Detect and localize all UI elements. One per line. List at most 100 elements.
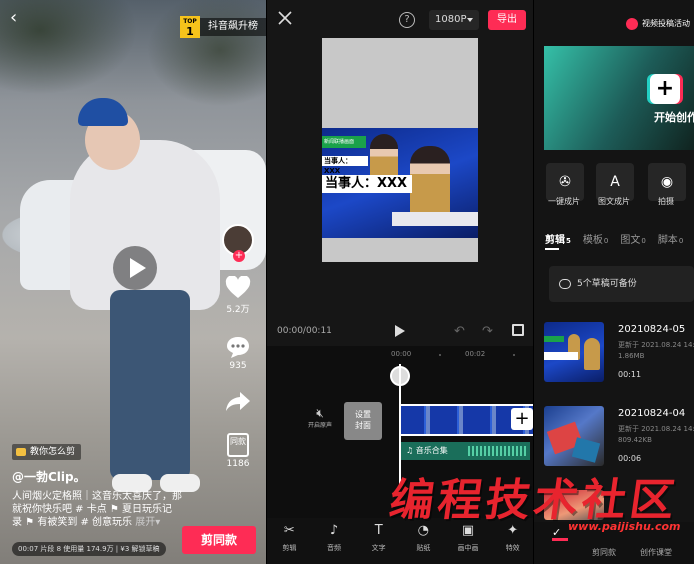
draft-thumbnail (544, 406, 604, 466)
resolution-select[interactable]: 1080P (429, 10, 479, 30)
quick-label: 一键成片 (548, 197, 580, 206)
redo-icon[interactable]: ↷ (482, 324, 493, 339)
tool-edit[interactable]: ✂ 剪辑 (267, 518, 312, 564)
template-stats: 00:07 片段 8 使用量 174.9万 | ¥3 解锁草稿 (12, 542, 166, 556)
effects-icon: ✦ (507, 523, 519, 538)
help-icon[interactable]: ? (399, 12, 415, 28)
like-count: 5.2万 (226, 305, 250, 315)
nav-template[interactable]: 剪同款 (592, 547, 616, 558)
tongkuan-icon: 同款 (227, 433, 249, 457)
news-preview-frame: 新闻联播画面 当事人：XXX 当事人：XXX (322, 128, 478, 238)
backup-label: 5个草稿可备份 (577, 279, 637, 289)
tab-label: 模板 (582, 235, 603, 246)
tab-script[interactable]: 脚本0 (658, 231, 683, 246)
draft-title: 20210824-04 (618, 408, 686, 419)
cloud-upload-icon (559, 279, 571, 289)
draft-item[interactable]: 20210824-04 更新于 2021.08.24 14:4 809.42KB… (544, 406, 694, 470)
tutorial-tag[interactable]: 教你怎么剪 (12, 444, 82, 460)
playhead[interactable] (399, 364, 401, 484)
nav-course[interactable]: 创作课堂 (640, 547, 672, 558)
tab-label: 脚本 (657, 235, 678, 246)
megaphone-icon (626, 18, 638, 30)
play-icon[interactable] (113, 246, 157, 290)
draft-item[interactable] (544, 490, 694, 520)
tool-effects[interactable]: ✦ 特效 (490, 518, 533, 564)
quick-label: 图文成片 (598, 197, 630, 206)
top-rank-label: TOP 1 (180, 16, 200, 38)
time-tick: 00:00 (391, 350, 412, 358)
comment-button[interactable]: 935 (225, 335, 251, 371)
tab-label: 剪辑 (545, 235, 565, 246)
bottom-nav: ✓ 剪同款 创作课堂 (534, 522, 694, 564)
tool-label: 贴纸 (416, 544, 431, 552)
text-icon: T (374, 523, 383, 538)
tool-label: 特效 (505, 544, 520, 552)
playback-time: 00:00/00:11 (277, 326, 332, 336)
speaker-mute-icon: 🔇︎ (316, 406, 324, 420)
expand-caption-link[interactable]: 展开▾ (135, 517, 160, 528)
tool-audio[interactable]: ♪ 音频 (312, 518, 357, 564)
creator-avatar[interactable]: + (222, 224, 254, 262)
start-creating-card[interactable]: + 开始创作 (544, 46, 694, 150)
follow-plus-icon[interactable]: + (233, 250, 245, 262)
close-icon[interactable] (277, 10, 293, 26)
tab-template[interactable]: 模板0 (583, 231, 608, 246)
back-icon[interactable]: ‹ (10, 8, 26, 28)
play-icon[interactable] (395, 325, 405, 337)
image-text-icon: A (610, 174, 620, 190)
original-audio-toggle[interactable]: 🔇︎ 开启原声 (305, 406, 335, 429)
preview-canvas: 新闻联播画面 当事人：XXX 当事人：XXX (322, 38, 478, 262)
thumb-anchor (584, 338, 600, 370)
use-template-button[interactable]: 剪同款 (182, 526, 256, 554)
author-name[interactable]: @一勃Clip。 (12, 468, 86, 485)
draft-size: 809.42KB (618, 436, 652, 444)
music-icon: ♪ (329, 523, 339, 538)
tool-label: 文字 (371, 544, 386, 552)
news-subtitle-large: 当事人：XXX (322, 175, 412, 193)
share-arrow-icon (226, 392, 250, 411)
timeline[interactable]: 00:00 00:02 🔇︎ 开启原声 设置 封面 + ♫ 音乐合集 (267, 346, 533, 518)
tab-edit[interactable]: 剪辑5 (545, 231, 571, 246)
tab-count: 0 (603, 237, 609, 245)
person-jeans (110, 290, 190, 480)
fullscreen-icon[interactable] (512, 324, 524, 336)
comment-icon (227, 337, 249, 358)
screenshot-root: ‹ TOP 1 抖音飙升榜 + 5.2万 935 同款 1186 教你怎么剪 @… (0, 0, 694, 564)
note-icon: ♫ (406, 446, 416, 455)
news-desk (392, 212, 478, 226)
undo-icon[interactable]: ↶ (454, 324, 465, 339)
tool-sticker[interactable]: ◔ 贴纸 (401, 518, 446, 564)
quick-label: 拍摄 (658, 197, 674, 206)
set-cover-button[interactable]: 设置 封面 (344, 402, 382, 440)
editor-toolbar: ✂ 剪辑 ♪ 音频 T 文字 ◔ 贴纸 ▣ 画中画 ✦ 特效 (267, 518, 533, 564)
add-clip-button[interactable]: + (511, 408, 533, 430)
audio-track-label: 音乐合集 (415, 446, 448, 455)
backup-drafts-banner[interactable]: 5个草稿可备份 (549, 266, 694, 302)
share-button[interactable] (225, 391, 251, 413)
draft-tabs: 剪辑5 模板0 图文0 脚本0 (545, 231, 683, 246)
tick-dot (513, 354, 515, 356)
time-tick: 00:02 (465, 350, 486, 358)
tool-text[interactable]: T 文字 (356, 518, 401, 564)
contest-banner[interactable]: 视频投稿活动 (622, 16, 690, 32)
tick-dot (439, 354, 441, 356)
rank-badge[interactable]: TOP 1 抖音飙升榜 (180, 16, 266, 38)
thumb-tag (544, 336, 564, 342)
tool-pip[interactable]: ▣ 画中画 (446, 518, 491, 564)
camera-icon: ◉ (660, 174, 674, 190)
like-button[interactable]: 5.2万 (225, 276, 251, 315)
start-creating-label: 开始创作 (654, 111, 694, 124)
tab-count: 5 (566, 237, 571, 245)
draft-thumbnail (544, 490, 604, 520)
active-nav-indicator (552, 538, 568, 541)
tongkuan-button[interactable]: 同款 1186 (227, 433, 249, 469)
editor-panel: ? 1080P 导出 新闻联播画面 当事人：XXX 当事人：XXX 00:00/… (266, 0, 534, 564)
tool-label: 画中画 (457, 544, 479, 552)
tab-image-text[interactable]: 图文0 (620, 231, 645, 246)
home-panel: 视频投稿活动 + 开始创作 ✇ 一键成片 A 图文成片 ◉ 拍摄 剪辑5 模板0… (534, 0, 694, 564)
heart-icon (225, 276, 251, 298)
draft-item[interactable]: 20210824-05 更新于 2021.08.24 14:5 1.86MB 0… (544, 322, 694, 386)
export-button[interactable]: 导出 (488, 10, 526, 30)
draft-updated: 更新于 2021.08.24 14:4 (618, 425, 694, 433)
audio-track[interactable]: ♫ 音乐合集 (400, 442, 530, 460)
